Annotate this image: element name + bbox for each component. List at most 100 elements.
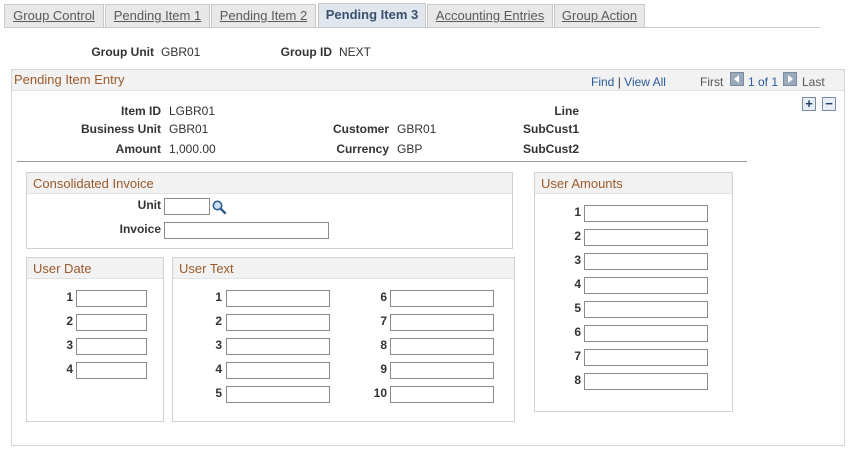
tab-label: Pending Item 1 (113, 8, 202, 23)
consolidated-invoice-header: Consolidated Invoice (27, 173, 512, 194)
tab-pending-item-2[interactable]: Pending Item 2 (211, 4, 316, 27)
user-date-2-input[interactable] (76, 314, 147, 331)
user-text-num: 9 (380, 362, 387, 376)
user-amount-num: 6 (574, 325, 581, 339)
customer-label: Customer (332, 122, 389, 136)
user-text-num: 1 (215, 290, 222, 304)
unit-input[interactable] (164, 198, 210, 215)
tab-pending-item-3[interactable]: Pending Item 3 (318, 3, 426, 28)
consolidated-invoice-title: Consolidated Invoice (33, 176, 154, 191)
user-amount-7-input[interactable] (584, 349, 708, 366)
view-all-link[interactable]: View All (624, 75, 666, 89)
user-date-num: 1 (66, 290, 73, 304)
user-date-num: 2 (66, 314, 73, 328)
user-date-1-input[interactable] (76, 290, 147, 307)
next-arrow-icon[interactable] (783, 72, 797, 86)
invoice-input[interactable] (164, 222, 329, 239)
lookup-search-icon[interactable] (211, 199, 227, 215)
customer-value: GBR01 (397, 122, 437, 136)
user-text-title: User Text (179, 261, 234, 276)
tab-group-control[interactable]: Group Control (4, 4, 104, 27)
user-amount-num: 5 (574, 301, 581, 315)
tab-accounting-entries[interactable]: Accounting Entries (427, 4, 553, 27)
user-amount-3-input[interactable] (584, 253, 708, 270)
user-text-8-input[interactable] (390, 338, 494, 355)
tab-group-action[interactable]: Group Action (554, 4, 645, 27)
nav-find-group: Find | View All (591, 75, 666, 89)
user-amount-num: 4 (574, 277, 581, 291)
unit-label: Unit (137, 198, 161, 212)
tab-label: Group Control (13, 8, 95, 23)
group-id-value: NEXT (339, 45, 372, 59)
pending-item-title: Pending Item Entry (14, 72, 125, 87)
tab-label: Pending Item 3 (325, 7, 419, 22)
user-text-num: 2 (215, 314, 222, 328)
user-amount-num: 7 (574, 349, 581, 363)
subcust2-label: SubCust2 (522, 142, 579, 156)
user-amount-2-input[interactable] (584, 229, 708, 246)
user-date-header: User Date (27, 258, 163, 279)
invoice-label: Invoice (119, 222, 161, 236)
currency-value: GBP (397, 142, 423, 156)
user-amount-num: 2 (574, 229, 581, 243)
user-date-num: 4 (66, 362, 73, 376)
line-label: Line (554, 104, 579, 118)
user-date-4-input[interactable] (76, 362, 147, 379)
user-amount-8-input[interactable] (584, 373, 708, 390)
previous-arrow-icon[interactable] (730, 72, 744, 86)
subcust1-label: SubCust1 (522, 122, 579, 136)
user-text-3-input[interactable] (226, 338, 330, 355)
find-link[interactable]: Find (591, 75, 614, 89)
user-amount-5-input[interactable] (584, 301, 708, 318)
user-amount-4-input[interactable] (584, 277, 708, 294)
user-text-header: User Text (173, 258, 514, 279)
remove-row-icon[interactable]: − (822, 97, 836, 111)
magnifier-icon (212, 200, 227, 215)
user-text-10-input[interactable] (390, 386, 494, 403)
user-text-num: 8 (380, 338, 387, 352)
user-text-4-input[interactable] (226, 362, 330, 379)
user-date-title: User Date (33, 261, 92, 276)
tab-label: Accounting Entries (435, 8, 545, 23)
currency-label: Currency (336, 142, 389, 156)
last-label[interactable]: Last (802, 75, 825, 89)
pending-item-header: Pending Item Entry Find | View All First… (12, 70, 844, 91)
user-date-num: 3 (66, 338, 73, 352)
user-text-6-input[interactable] (390, 290, 494, 307)
user-amounts-header: User Amounts (535, 173, 732, 194)
user-text-num: 5 (215, 386, 222, 400)
user-text-1-input[interactable] (226, 290, 330, 307)
user-date-3-input[interactable] (76, 338, 147, 355)
user-amount-num: 8 (574, 373, 581, 387)
add-row-icon[interactable]: + (802, 97, 816, 111)
item-id-value: LGBR01 (169, 104, 216, 118)
amount-value: 1,000.00 (169, 142, 216, 156)
user-amount-1-input[interactable] (584, 205, 708, 222)
tab-label: Group Action (561, 8, 638, 23)
user-amount-num: 3 (574, 253, 581, 267)
tab-pending-item-1[interactable]: Pending Item 1 (105, 4, 210, 27)
group-id-label: Group ID (280, 45, 332, 59)
tab-divider (4, 27, 820, 28)
user-text-num: 7 (380, 314, 387, 328)
group-unit-value: GBR01 (161, 45, 201, 59)
user-text-num: 10 (373, 386, 387, 400)
user-text-num: 4 (215, 362, 222, 376)
group-unit-label: Group Unit (91, 45, 154, 59)
tab-label: Pending Item 2 (219, 8, 308, 23)
user-text-9-input[interactable] (390, 362, 494, 379)
first-label[interactable]: First (700, 75, 723, 89)
user-text-5-input[interactable] (226, 386, 330, 403)
item-id-label: Item ID (120, 104, 161, 118)
section-divider (17, 161, 747, 162)
business-unit-value: GBR01 (169, 122, 209, 136)
user-text-num: 6 (380, 290, 387, 304)
user-amount-6-input[interactable] (584, 325, 708, 342)
amount-label: Amount (115, 142, 161, 156)
user-text-num: 3 (215, 338, 222, 352)
user-amount-num: 1 (574, 205, 581, 219)
page-info: 1 of 1 (748, 75, 779, 89)
user-amounts-title: User Amounts (541, 176, 623, 191)
user-text-2-input[interactable] (226, 314, 330, 331)
user-text-7-input[interactable] (390, 314, 494, 331)
